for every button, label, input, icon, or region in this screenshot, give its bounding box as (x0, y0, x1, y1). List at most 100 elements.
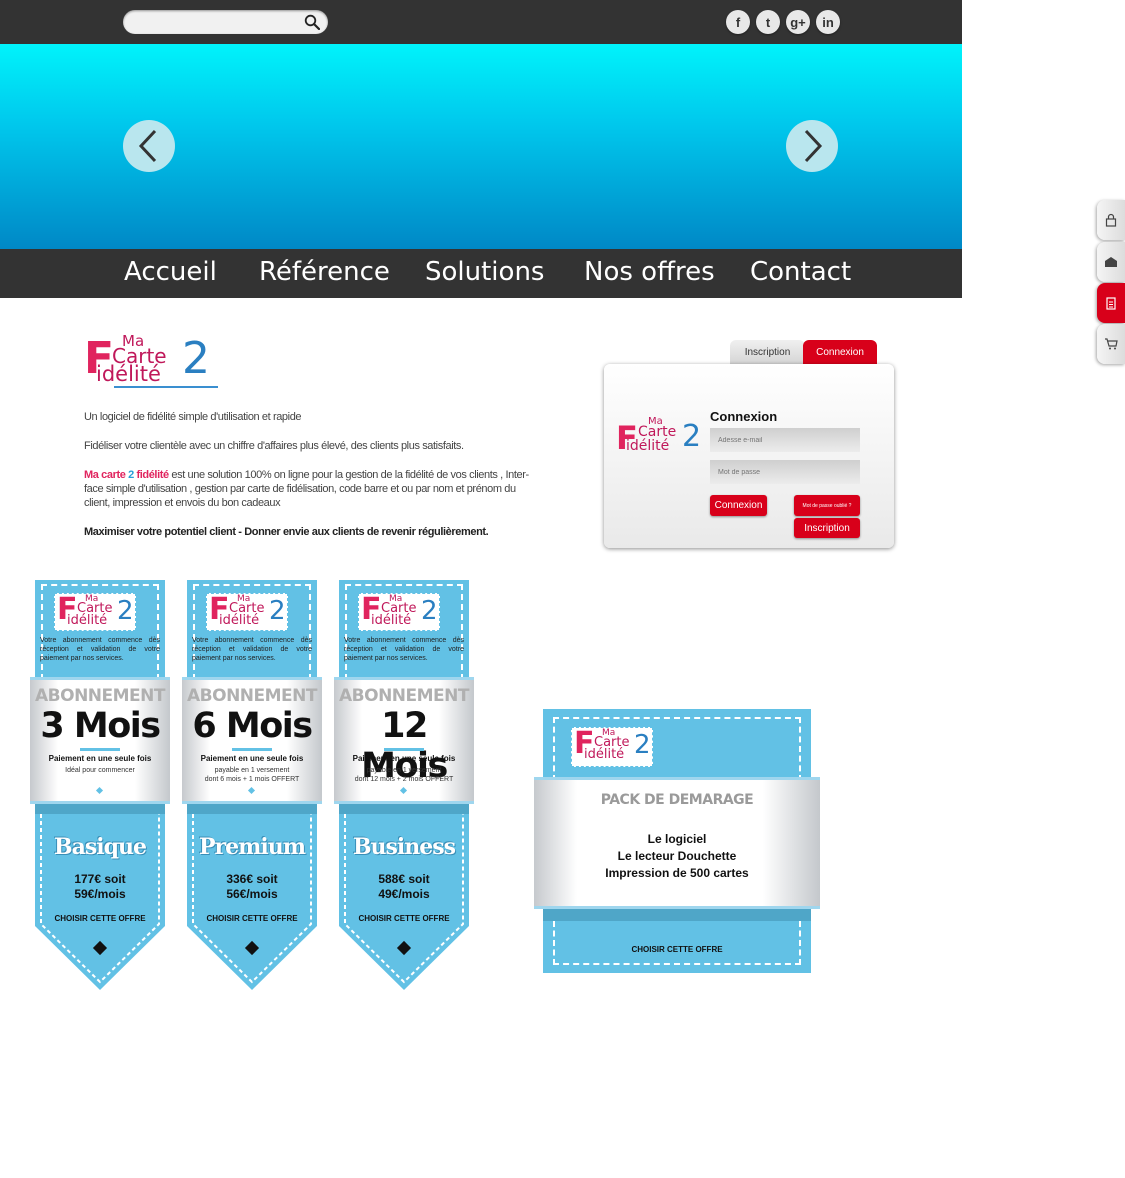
choose-offer-button[interactable]: CHOISIR CETTE OFFRE (339, 914, 469, 923)
offer-card-plan: Basique (54, 834, 147, 860)
offer-card-description: Votre abonnement commence dès réception … (192, 637, 312, 662)
offer-card-sub: payable en 1 versement dont 12 mois + 2 m… (334, 766, 474, 784)
offer-card-business[interactable]: F Ma Carte idélité 2 Votre abonnement co… (334, 580, 484, 990)
offer-card-pennant: Premium 336€ soit 56€/mois CHOISIR CETTE … (187, 804, 317, 990)
pack-item-3: Impression de 500 cartes (605, 866, 749, 880)
slider-prev-button[interactable] (123, 120, 175, 172)
side-tab-document[interactable] (1097, 283, 1125, 323)
pack-card-logo: F Ma Carte idélité 2 (571, 726, 653, 767)
lock-icon (1105, 213, 1117, 227)
chevron-right-icon (804, 129, 823, 163)
offer-card-abo-label: ABONNEMENT (35, 686, 166, 706)
logo-text-fidelite: idélité (96, 362, 161, 386)
hero-slider (0, 44, 962, 249)
offer-card-sub-1: Idéal pour commencer (65, 767, 135, 774)
offer-card-price-monthly: 49€/mois (378, 887, 430, 901)
offer-card-underline (80, 748, 120, 751)
search-input[interactable] (123, 10, 293, 34)
side-tab-login[interactable] (1097, 200, 1125, 240)
side-tab-cart[interactable] (1097, 324, 1125, 364)
offer-card-price-monthly: 56€/mois (226, 887, 278, 901)
nav-item-contact[interactable]: Contact (750, 257, 851, 287)
offer-card-logo: F Ma Carte idélité 2 (54, 592, 136, 631)
card-logo-text-two: 2 (117, 596, 134, 626)
search-icon[interactable] (304, 14, 320, 30)
offer-card-dot (399, 786, 408, 795)
nav-item-accueil[interactable]: Accueil (124, 257, 217, 287)
google-plus-icon[interactable]: g+ (786, 10, 810, 34)
pack-card-band (543, 909, 811, 921)
intro-text: Un logiciel de fidélité simple d'utilisa… (84, 410, 540, 554)
offer-card-duration: 3 Mois (40, 706, 161, 746)
brand-logo[interactable]: F Ma Carte idélité 2 (84, 332, 224, 390)
intro-line-4: Maximiser votre potentiel client - Donne… (84, 526, 489, 538)
search-box[interactable] (123, 10, 328, 34)
linkedin-icon[interactable]: in (816, 10, 840, 34)
offer-card-price-total: 588€ soit (378, 872, 430, 886)
pack-card[interactable]: F Ma Carte idélité 2 PACK DE DEMARAGE Le… (534, 709, 820, 973)
offer-card-sub: payable en 1 versement dont 6 mois + 1 mo… (182, 766, 322, 784)
pack-card-banner: PACK DE DEMARAGE Le logiciel Le lecteur … (534, 777, 820, 909)
offer-card-sub-2: dont 12 mois + 2 mois OFFERT (354, 776, 454, 783)
side-tab-mail[interactable] (1097, 242, 1125, 282)
main-nav: Accueil Référence Solutions Nos offres C… (0, 249, 962, 298)
offer-card-logo: F Ma Carte idélité 2 (206, 592, 288, 631)
chevron-left-icon (138, 129, 157, 163)
offer-card-premium[interactable]: F Ma Carte idélité 2 Votre abonnement co… (182, 580, 332, 990)
nav-item-solutions[interactable]: Solutions (425, 257, 544, 287)
card-logo-text-fidelite: idélité (67, 613, 108, 628)
offer-card-plan: Business (352, 834, 456, 860)
pack-item-2: Le lecteur Douchette (617, 849, 737, 863)
tab-inscription[interactable]: Inscription (730, 340, 805, 365)
choose-offer-button[interactable]: CHOISIR CETTE OFFRE (187, 914, 317, 923)
nav-item-reference[interactable]: Référence (259, 257, 390, 287)
offer-card-price-total: 177€ soit (74, 872, 126, 886)
slider-next-button[interactable] (786, 120, 838, 172)
facebook-icon[interactable]: f (726, 10, 750, 34)
login-title: Connexion (710, 409, 778, 424)
offer-card-price: 177€ soit 59€/mois (35, 872, 165, 902)
offer-card-underline (232, 748, 272, 751)
top-bar: f t g+ in (0, 0, 962, 44)
offer-card-abo-label: ABONNEMENT (339, 686, 470, 706)
choose-offer-button[interactable]: CHOISIR CETTE OFFRE (35, 914, 165, 923)
email-field[interactable] (710, 428, 860, 452)
offer-card-banner: ABONNEMENT 12 Mois Paiement en une seule… (334, 677, 474, 804)
login-logo: F Ma Carte idélité 2 (616, 416, 706, 460)
offer-card-dot (95, 786, 104, 795)
card-logo-text-two: 2 (269, 596, 286, 626)
offer-card-price-total: 336€ soit (226, 872, 278, 886)
inscription-button[interactable]: Inscription (794, 518, 860, 538)
tab-connexion[interactable]: Connexion (803, 340, 877, 365)
offer-card-payment: Paiement en une seule fois (48, 754, 152, 763)
offer-card-banner: ABONNEMENT 6 Mois Paiement en une seule … (182, 677, 322, 804)
pack-logo-text-two: 2 (634, 730, 651, 760)
intro-brand-c: fidélité (136, 469, 169, 481)
connexion-button[interactable]: Connexion (710, 495, 767, 516)
password-field[interactable] (710, 460, 860, 484)
offer-card-dot (247, 786, 256, 795)
forgot-password-button[interactable]: Mot de passe oublié ? (794, 495, 860, 516)
offer-card-price-monthly: 59€/mois (74, 887, 126, 901)
login-logo-text-two: 2 (682, 419, 702, 454)
intro-brand-b: 2 (125, 469, 137, 481)
offer-card-price: 336€ soit 56€/mois (187, 872, 317, 902)
offer-card-banner: ABONNEMENT 3 Mois Paiement en une seule … (30, 677, 170, 804)
twitter-icon[interactable]: t (756, 10, 780, 34)
intro-line-2: Fidéliser votre clientèle avec un chiffr… (84, 440, 464, 452)
offer-card-duration: 6 Mois (192, 706, 313, 746)
offer-card-plan: Premium (198, 834, 306, 860)
offer-card-basique[interactable]: F Ma Carte idélité 2 Votre abonnement co… (30, 580, 180, 990)
offer-card-payment: Paiement en une seule fois (352, 754, 456, 763)
offer-card-description: Votre abonnement commence dès réception … (40, 637, 160, 662)
nav-item-offres[interactable]: Nos offres (584, 257, 715, 287)
choose-pack-button[interactable]: CHOISIR CETTE OFFRE (543, 945, 811, 954)
cart-icon (1105, 338, 1118, 350)
pack-card-dashed-border (553, 921, 801, 965)
offer-card-payment: Paiement en une seule fois (200, 754, 304, 763)
intro-line-1: Un logiciel de fidélité simple d'utilisa… (84, 411, 302, 423)
pack-item-1: Le logiciel (647, 832, 707, 846)
logo-swoosh (114, 386, 218, 388)
pack-title: PACK DE DEMARAGE (600, 792, 754, 808)
card-logo-text-fidelite: idélité (371, 613, 412, 628)
